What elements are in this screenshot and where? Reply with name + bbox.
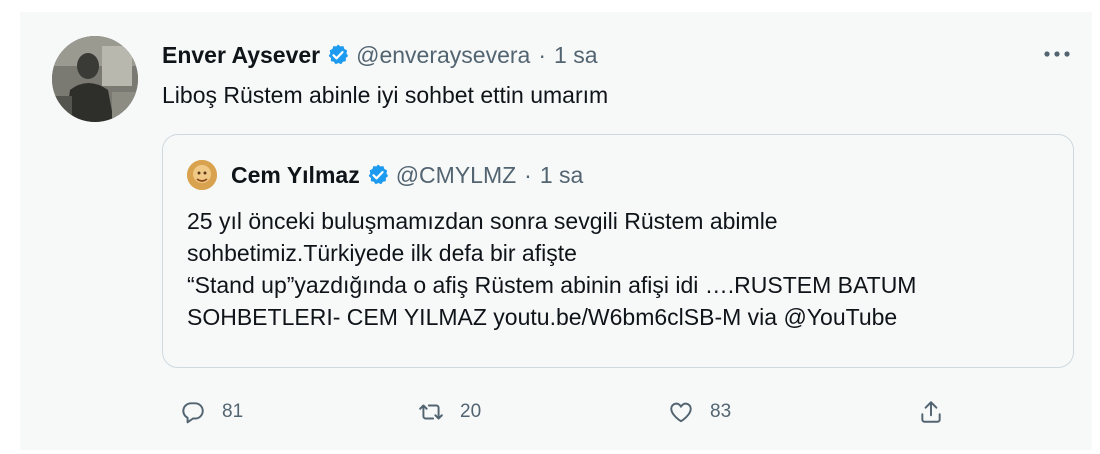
verified-badge-icon	[368, 164, 388, 185]
quoted-author-avatar[interactable]	[187, 160, 217, 190]
like-button[interactable]: 83	[668, 394, 731, 430]
author-avatar[interactable]	[52, 36, 138, 122]
like-count: 83	[710, 401, 732, 422]
retweet-button[interactable]: 20	[418, 394, 481, 430]
share-button[interactable]	[918, 394, 944, 430]
reply-count: 81	[222, 401, 244, 422]
quoted-text-line: 25 yıl önceki buluşmamızdan sonra sevgil…	[187, 208, 778, 234]
tweet-header: Enver Aysever @enveraysevera · 1 sa	[162, 38, 598, 72]
quoted-author-name[interactable]: Cem Yılmaz	[231, 162, 360, 189]
retweet-count: 20	[460, 401, 482, 422]
tweet-timestamp[interactable]: 1 sa	[554, 42, 597, 69]
quoted-tweet-text: 25 yıl önceki buluşmamızdan sonra sevgil…	[187, 205, 1057, 333]
quoted-author-handle[interactable]: @CMYLMZ	[396, 162, 516, 189]
quoted-tweet-header: Cem Yılmaz @CMYLMZ · 1 sa	[187, 157, 583, 193]
quoted-text-line: sohbetimiz.Türkiyede ilk defa bir afişte	[187, 240, 577, 266]
more-options-button[interactable]	[1040, 42, 1074, 66]
verified-badge-icon	[328, 44, 349, 65]
page: Enver Aysever @enveraysevera · 1 sa Libo…	[0, 0, 1100, 454]
tweet-actions: 81 20 83	[162, 394, 1042, 430]
heart-icon	[670, 402, 692, 423]
avatar-photo	[52, 36, 138, 122]
reply-icon	[182, 402, 204, 424]
quoted-text-line: SOHBETLERI- CEM YILMAZ youtu.be/W6bm6clS…	[187, 304, 898, 330]
tweet-text: Liboş Rüstem abinle iyi sohbet ettin uma…	[162, 82, 609, 108]
quoted-avatar-photo	[187, 160, 217, 190]
quoted-header-separator: ·	[524, 161, 532, 188]
author-handle[interactable]: @enveraysevera	[356, 42, 530, 69]
header-separator: ·	[538, 41, 547, 68]
tweet-card[interactable]: Enver Aysever @enveraysevera · 1 sa Libo…	[20, 12, 1092, 450]
reply-button[interactable]: 81	[180, 394, 243, 430]
quoted-tweet[interactable]: Cem Yılmaz @CMYLMZ · 1 sa 25 yıl önceki …	[162, 134, 1074, 368]
quoted-text-line: “Stand up”yazdığında o afiş Rüstem abini…	[187, 272, 917, 298]
retweet-icon	[419, 404, 443, 420]
author-name[interactable]: Enver Aysever	[162, 42, 320, 69]
share-icon	[921, 401, 941, 423]
quoted-tweet-timestamp[interactable]: 1 sa	[540, 162, 583, 189]
more-dots-icon	[1044, 51, 1070, 57]
